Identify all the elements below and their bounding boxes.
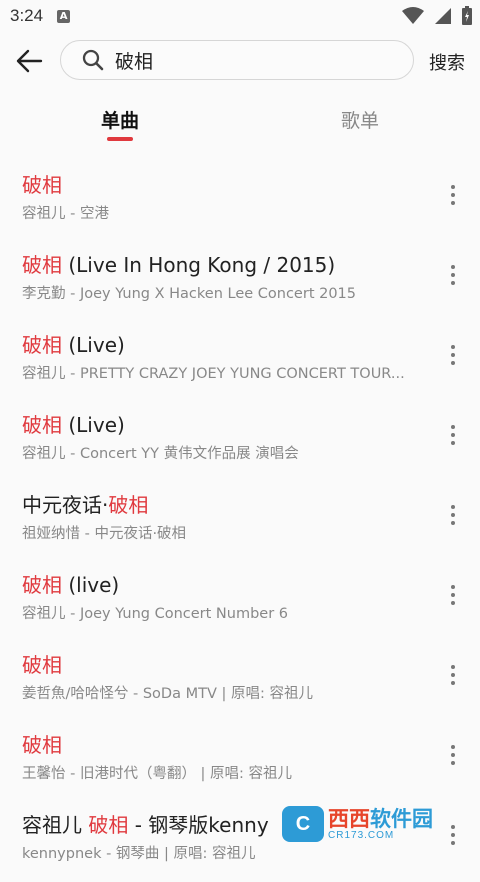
more-options-icon[interactable] [440,740,466,770]
song-subtitle: 容祖儿 - 空港 [22,206,109,222]
list-item[interactable]: 破相 王馨怡 - 旧港时代（粤翻） | 原唱: 容祖儿 [0,722,480,802]
list-item[interactable]: 中元夜话·破相 祖娅纳惜 - 中元夜话·破相 [0,482,480,562]
song-subtitle: 祖娅纳惜 - 中元夜话·破相 [22,526,187,542]
match-highlight: 破相 [22,173,62,197]
more-options-icon[interactable] [440,180,466,210]
more-options-icon[interactable] [440,260,466,290]
song-subtitle: 姜哲魚/哈哈怪兮 - SoDa MTV | 原唱: 容祖儿 [22,686,313,702]
list-item[interactable]: 破相 (Live In Hong Kong / 2015) 李克勤 - Joey… [0,242,480,322]
more-options-icon[interactable] [440,340,466,370]
song-title: 破相 (live) [22,573,120,597]
more-options-icon[interactable] [440,580,466,610]
list-item[interactable]: 破相 (live) 容祖儿 - Joey Yung Concert Number… [0,562,480,642]
match-highlight: 破相 [22,333,62,357]
status-icons [402,6,472,29]
match-highlight: 破相 [108,493,149,517]
match-highlight: 破相 [88,813,129,837]
song-title: 破相 [22,729,62,758]
search-icon [81,48,105,72]
more-options-icon[interactable] [440,660,466,690]
signal-icon [434,7,452,29]
song-title: 破相 (Live) [22,413,125,437]
song-subtitle: 王馨怡 - 旧港时代（粤翻） | 原唱: 容祖儿 [22,766,293,782]
tab-playlists[interactable]: 歌单 [320,106,400,133]
wifi-icon [402,6,424,29]
match-highlight: 破相 [22,733,62,757]
search-input[interactable] [113,48,407,72]
match-highlight: 破相 [22,413,62,437]
song-title: 破相 [22,169,62,198]
song-subtitle: 容祖儿 - PRETTY CRAZY JOEY YUNG CONCERT TOU… [22,366,405,382]
list-item[interactable]: 破相 姜哲魚/哈哈怪兮 - SoDa MTV | 原唱: 容祖儿 [0,642,480,722]
list-item[interactable]: 破相 (Live) 容祖儿 - Concert YY 黄伟文作品展 演唱会 [0,402,480,482]
song-subtitle: 容祖儿 - Concert YY 黄伟文作品展 演唱会 [22,446,299,462]
search-bar: 搜索 [0,38,480,84]
match-highlight: 破相 [22,653,62,677]
watermark-text-a: 西西 [328,806,370,831]
match-highlight: 破相 [22,573,62,597]
search-field[interactable] [60,40,414,80]
active-tab-indicator [107,137,133,141]
list-item[interactable]: 破相 容祖儿 - 空港 [0,162,480,242]
song-title: 容祖儿 破相 - 钢琴版kenny [22,813,269,837]
song-subtitle: 容祖儿 - Joey Yung Concert Number 6 [22,606,289,622]
result-tabs: 单曲 歌单 [0,100,480,150]
more-options-icon[interactable] [440,420,466,450]
match-highlight: 破相 [22,253,62,277]
watermark-logo: C 西西软件园 CR173.COM [282,803,462,845]
song-title: 中元夜话·破相 [22,493,149,517]
tab-songs[interactable]: 单曲 [80,106,160,133]
status-bar: 3:24 A [0,0,480,32]
arrow-left-icon [16,49,43,73]
notification-icon: A [57,9,71,23]
song-subtitle: 李克勤 - Joey Yung X Hacken Lee Concert 201… [22,286,357,302]
more-options-icon[interactable] [440,500,466,530]
song-title: 破相 (Live In Hong Kong / 2015) [22,253,336,277]
song-result-list: 破相 容祖儿 - 空港 破相 (Live In Hong Kong / 2015… [0,162,480,882]
search-button[interactable]: 搜索 [429,49,465,75]
status-time: 3:24 [10,6,44,25]
watermark-url: CR173.COM [328,829,395,841]
list-item[interactable]: 破相 (Live) 容祖儿 - PRETTY CRAZY JOEY YUNG C… [0,322,480,402]
watermark-text-b: 软件园 [370,806,433,831]
battery-icon [462,6,472,29]
back-button[interactable] [10,44,48,78]
watermark-badge: C [282,806,324,842]
song-title: 破相 (Live) [22,333,125,357]
song-title: 破相 [22,649,62,678]
